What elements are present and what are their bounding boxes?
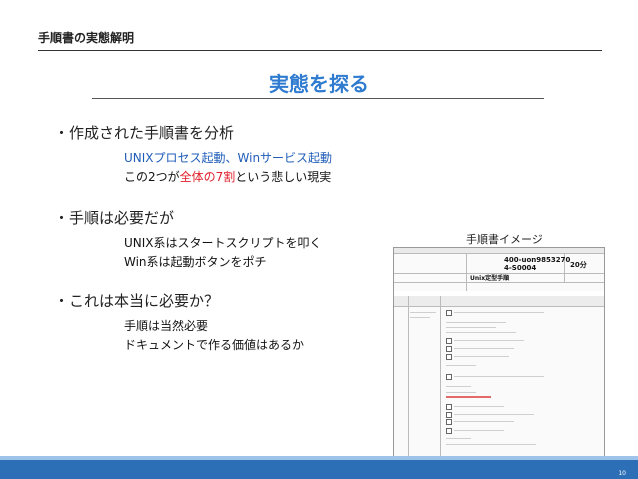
bullet-1-line2-pre: この2つが [124,170,180,184]
bullet-1-line2: この2つが全体の7割という悲しい現実 [124,168,331,187]
page-number: 10 [618,470,626,477]
footer-bar [0,460,638,479]
doc-id: 400-uon9853270 [504,256,571,264]
procedure-document-image: 400-uon9853270 4-S0004 20分 Unix定型手順 [393,247,605,459]
header-divider [38,50,602,51]
bullet-1-line2-highlight: 全体の7割 [179,170,236,184]
bullet-3-line2: ドキュメントで作る価値はあるか [124,338,305,352]
bullet-2-line1: UNIX系はスタートスクリプトを叩く [124,236,322,250]
bullet-1-line2-post: という悲しい現実 [235,170,332,184]
header-title: 手順書の実態解明 [38,31,135,45]
bullet-2-line2: Win系は起動ボタンをポチ [124,255,267,269]
title-underline [92,98,544,99]
doc-id-2: 4-S0004 [504,264,537,272]
bullet-3-line1: 手順は当然必要 [124,319,209,333]
bullet-1-heading: ・作成された手順書を分析 [54,124,235,142]
doc-duration: 20分 [570,261,587,269]
doc-title: Unix定型手順 [470,275,510,282]
slide-title: 実態を探る [269,72,369,96]
bullet-2-heading: ・手順は必要だが [54,209,175,227]
bullet-3-heading: ・これは本当に必要か？ [54,292,220,310]
bullet-1-line1: UNIXプロセス起動、Winサービス起動 [124,151,333,165]
image-caption: 手順書イメージ [466,233,543,246]
